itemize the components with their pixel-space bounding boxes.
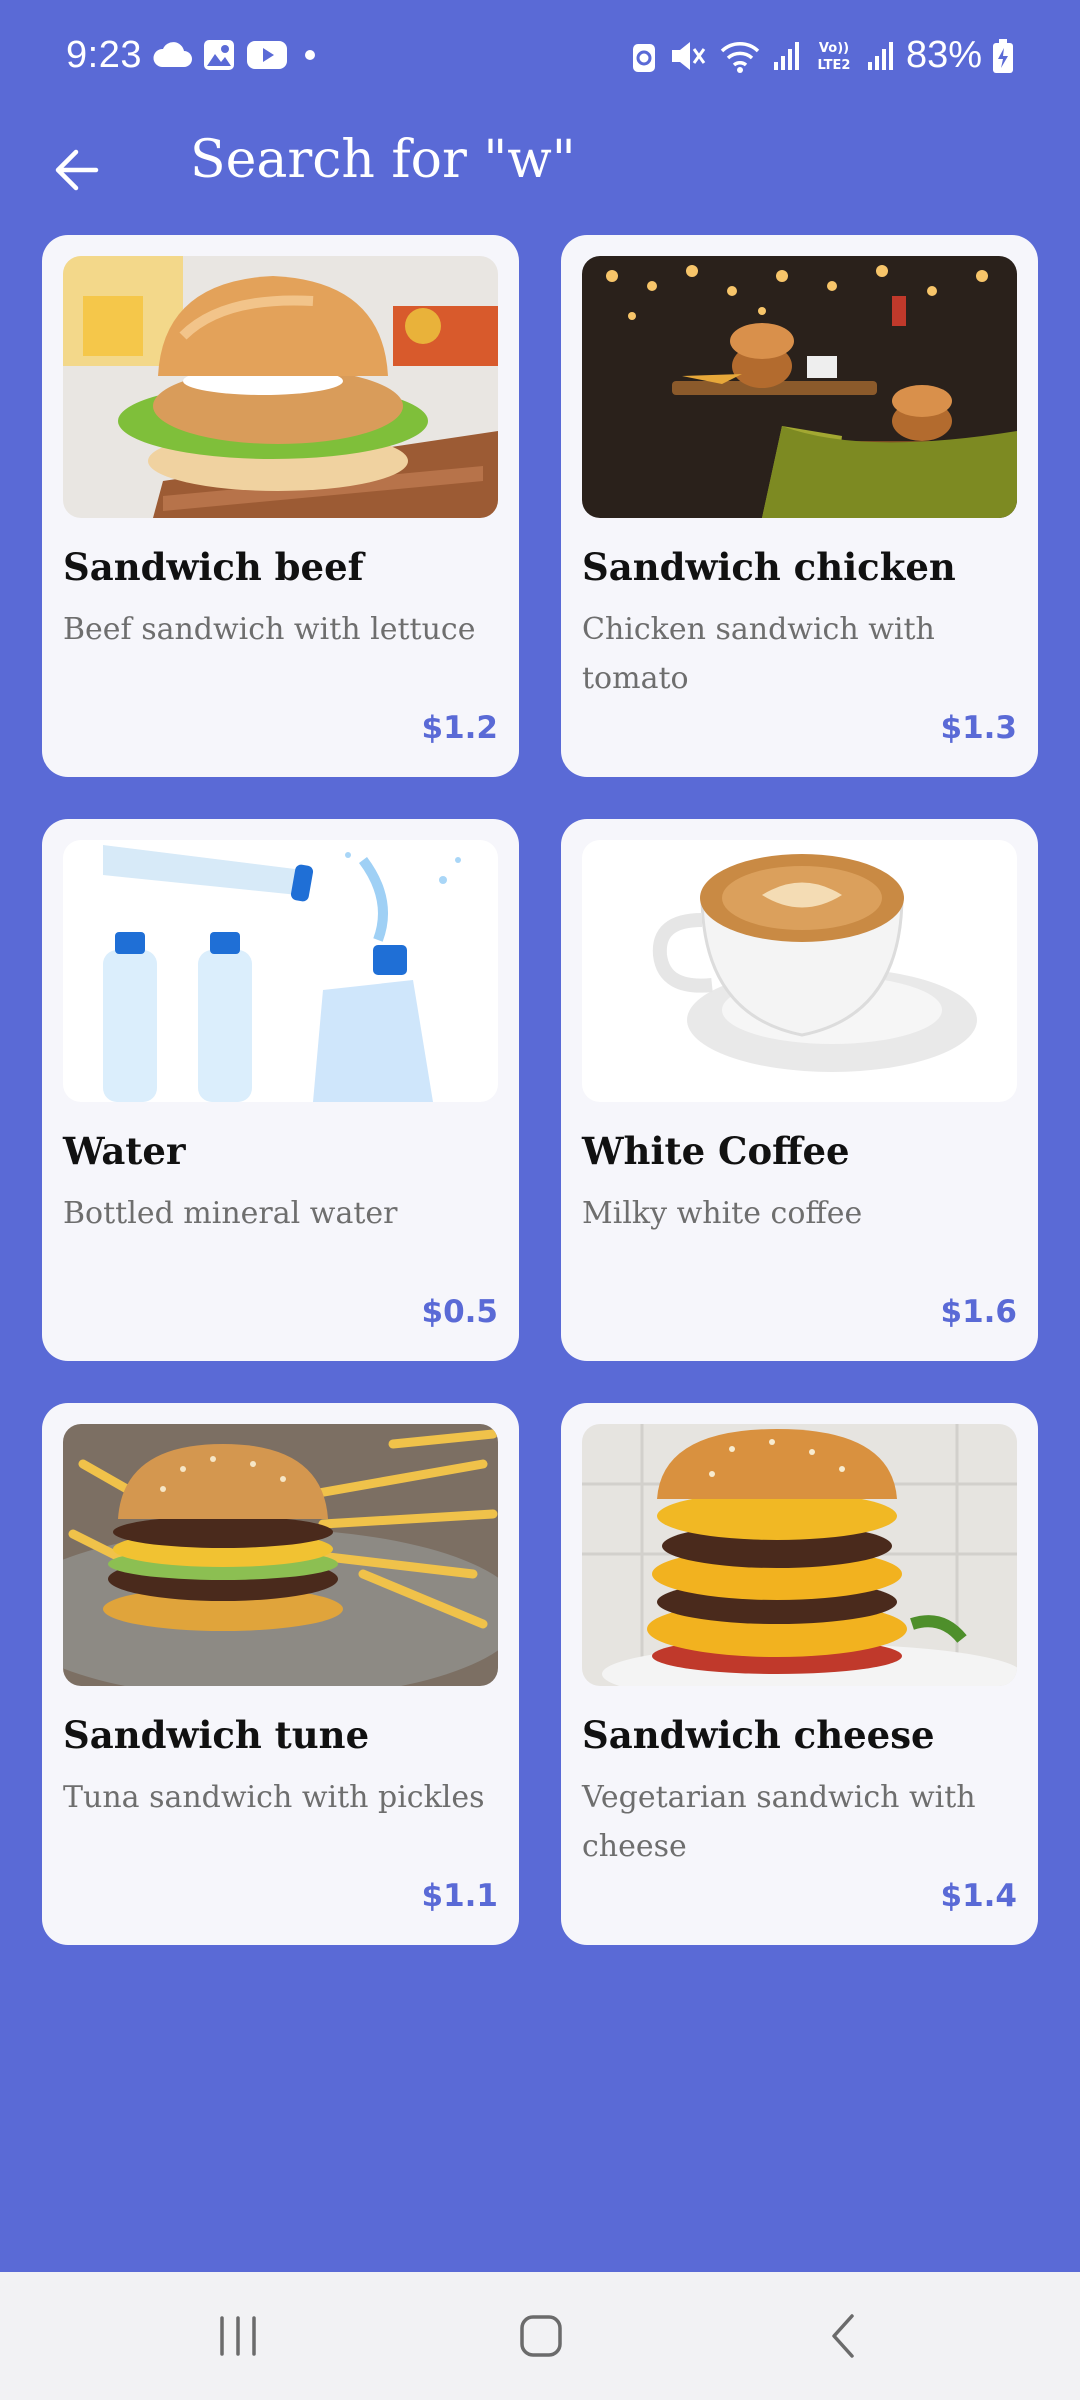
status-left-icons [152, 38, 322, 72]
back-nav-button[interactable] [814, 2306, 874, 2366]
product-price: $1.1 [421, 1878, 499, 1914]
system-nav-bar [0, 2272, 1080, 2400]
product-image [582, 840, 1017, 1102]
app-header: Search for "w" [0, 120, 1080, 230]
arrow-left-icon [55, 149, 99, 191]
battery-percent: 83% [905, 34, 982, 76]
product-description: Bottled mineral water [63, 1196, 398, 1231]
product-card[interactable]: Sandwich tune Tuna sandwich with pickles… [42, 1403, 519, 1945]
product-title: Sandwich tune [63, 1713, 370, 1757]
youtube-icon [246, 39, 288, 71]
wifi-icon [718, 38, 762, 74]
product-description: Tuna sandwich with pickles [63, 1780, 485, 1815]
alarm-icon [630, 38, 658, 74]
product-title: Sandwich cheese [582, 1713, 935, 1757]
product-description: Vegetarian sandwich with cheese [582, 1780, 976, 1864]
product-card[interactable]: Water Bottled mineral water $0.5 [42, 819, 519, 1361]
product-price: $1.3 [940, 710, 1018, 746]
product-card[interactable]: White Coffee Milky white coffee $1.6 [561, 819, 1038, 1361]
product-description: Beef sandwich with lettuce [63, 612, 476, 647]
svg-text:Vo)): Vo)) [819, 41, 849, 56]
product-card[interactable]: Sandwich cheese Vegetarian sandwich with… [561, 1403, 1038, 1945]
product-description: Milky white coffee [582, 1196, 863, 1231]
product-image [63, 840, 498, 1102]
product-title: White Coffee [582, 1129, 850, 1173]
product-image [582, 256, 1017, 518]
back-icon [832, 2314, 854, 2358]
back-button[interactable] [40, 134, 112, 206]
home-button[interactable] [511, 2306, 571, 2366]
product-card[interactable]: Sandwich chicken Chicken sandwich with t… [561, 235, 1038, 777]
product-title: Sandwich chicken [582, 545, 956, 589]
product-title: Water [63, 1129, 186, 1173]
battery-icon [992, 38, 1014, 74]
product-price: $0.5 [421, 1294, 499, 1330]
gallery-icon [202, 38, 236, 72]
signal-icon [772, 40, 802, 72]
status-right-icons: Vo)) LTE2 83% [630, 34, 1014, 77]
product-title: Sandwich beef [63, 545, 364, 589]
svg-text:LTE2: LTE2 [817, 58, 850, 73]
cloud-icon [152, 41, 192, 69]
dot-icon [298, 43, 322, 67]
signal-icon [866, 40, 896, 72]
home-icon [520, 2315, 562, 2357]
product-price: $1.2 [421, 710, 499, 746]
status-time: 9:23 [66, 34, 142, 76]
product-image [63, 256, 498, 518]
product-price: $1.4 [940, 1878, 1018, 1914]
product-card[interactable]: Sandwich beef Beef sandwich with lettuce… [42, 235, 519, 777]
recent-apps-button[interactable] [208, 2306, 268, 2366]
product-image [63, 1424, 498, 1686]
product-image [582, 1424, 1017, 1686]
mute-icon [668, 38, 708, 74]
recent-apps-icon [220, 2316, 256, 2356]
status-bar: 9:23 Vo)) LTE2 83% [0, 0, 1080, 120]
product-grid: Sandwich beef Beef sandwich with lettuce… [42, 235, 1038, 1945]
page-title: Search for "w" [190, 130, 576, 190]
product-description: Chicken sandwich with tomato [582, 612, 935, 696]
volte-icon: Vo)) LTE2 [812, 38, 856, 74]
product-price: $1.6 [940, 1294, 1018, 1330]
